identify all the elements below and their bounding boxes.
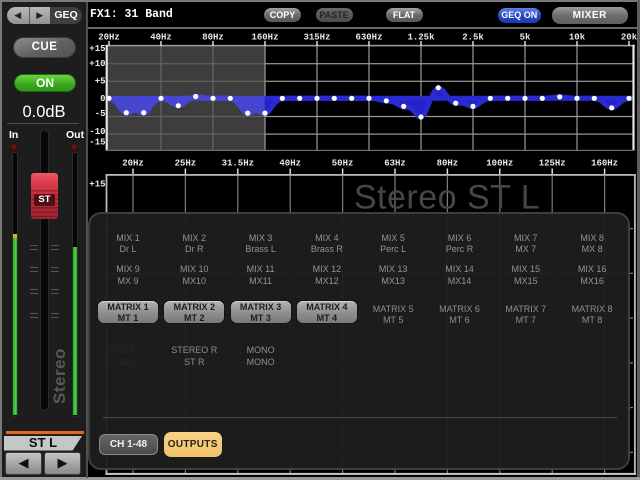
svg-text:-15: -15	[89, 138, 105, 148]
svg-text:+15: +15	[89, 180, 105, 190]
svg-text:20Hz: 20Hz	[98, 32, 120, 42]
svg-text:Stereo ST L: Stereo ST L	[354, 179, 540, 217]
svg-text:25Hz: 25Hz	[175, 159, 197, 169]
svg-text:125Hz: 125Hz	[539, 159, 566, 169]
svg-text:20Hz: 20Hz	[122, 159, 144, 169]
svg-text:-10: -10	[89, 127, 105, 137]
svg-text:315Hz: 315Hz	[303, 32, 330, 42]
svg-text:20k: 20k	[621, 32, 638, 42]
svg-text:40Hz: 40Hz	[150, 32, 172, 42]
svg-text:630Hz: 630Hz	[355, 32, 382, 42]
svg-text:31.5Hz: 31.5Hz	[222, 159, 254, 169]
svg-text:1.25k: 1.25k	[407, 32, 435, 42]
svg-text:160Hz: 160Hz	[251, 32, 278, 42]
svg-text:-5: -5	[95, 109, 106, 119]
svg-text:40Hz: 40Hz	[279, 159, 301, 169]
svg-text:2.5k: 2.5k	[462, 32, 484, 42]
svg-text:160Hz: 160Hz	[591, 159, 618, 169]
svg-text:+10: +10	[89, 59, 105, 69]
svg-text:5k: 5k	[520, 32, 531, 42]
svg-text:10k: 10k	[569, 32, 586, 42]
svg-text:+15: +15	[89, 44, 105, 54]
svg-text:50Hz: 50Hz	[332, 159, 354, 169]
svg-text:80Hz: 80Hz	[437, 159, 459, 169]
svg-text:100Hz: 100Hz	[486, 159, 513, 169]
svg-text:80Hz: 80Hz	[202, 32, 224, 42]
svg-text:0: 0	[100, 94, 105, 104]
svg-text:+5: +5	[95, 77, 106, 87]
svg-text:63Hz: 63Hz	[384, 159, 406, 169]
